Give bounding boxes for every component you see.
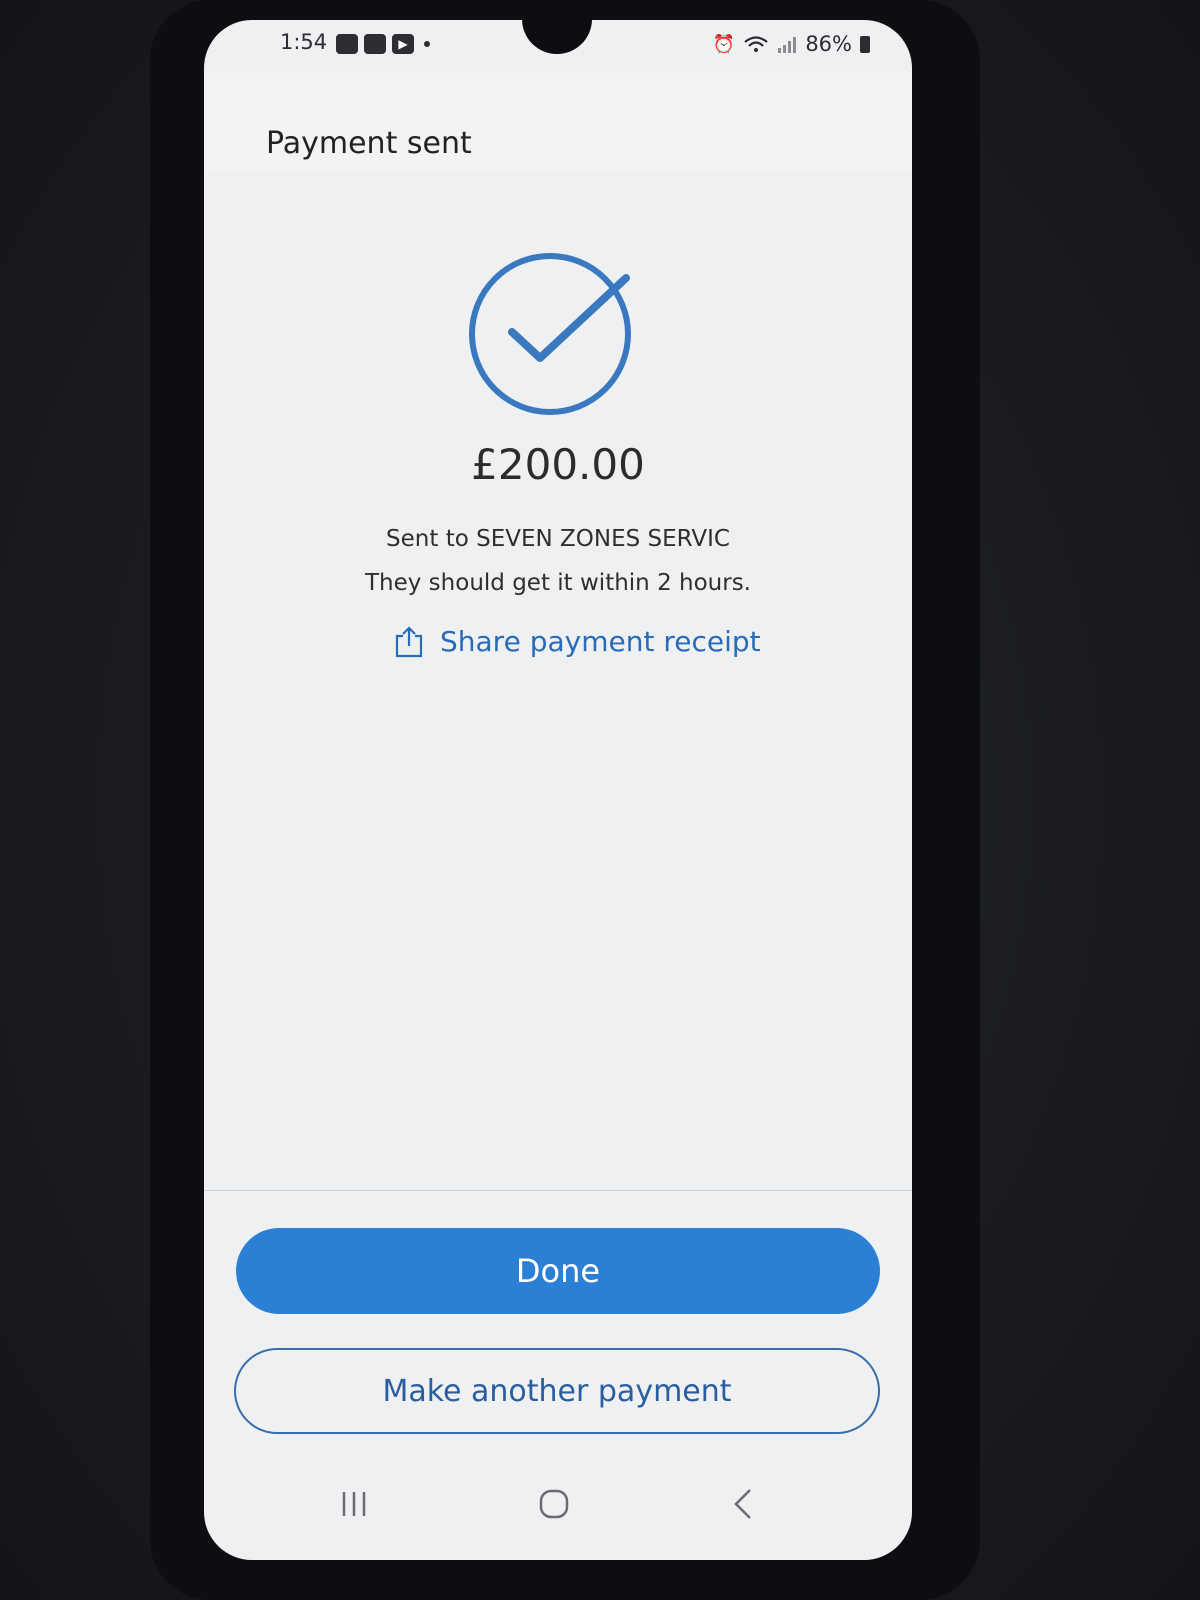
done-button[interactable]: Done xyxy=(236,1228,880,1314)
recipient-text: Sent to SEVEN ZONES SERVIC xyxy=(386,526,730,552)
make-another-payment-button[interactable]: Make another payment xyxy=(234,1348,880,1434)
footer-divider xyxy=(204,1190,912,1191)
back-icon[interactable] xyxy=(724,1484,764,1524)
share-icon xyxy=(395,625,423,657)
system-nav-bar xyxy=(204,1470,912,1550)
recent-apps-icon[interactable] xyxy=(334,1484,374,1524)
app-notification-icon xyxy=(364,34,386,54)
notification-icons: ▶ xyxy=(336,34,430,54)
battery-percent: 86% xyxy=(805,32,852,56)
battery-icon xyxy=(860,35,870,53)
share-receipt-label: Share payment receipt xyxy=(440,625,761,658)
youtube-icon: ▶ xyxy=(392,34,414,54)
more-notifications-dot xyxy=(424,41,430,47)
home-icon[interactable] xyxy=(534,1484,574,1524)
page-title: Payment sent xyxy=(266,126,472,162)
header: Payment sent xyxy=(204,72,912,172)
payment-amount: £200.00 xyxy=(471,440,645,489)
alarm-icon: ⏰ xyxy=(712,33,736,55)
status-time: 1:54 xyxy=(280,30,328,54)
signal-icon xyxy=(778,37,797,53)
system-status: ⏰ 86% xyxy=(713,32,870,56)
wifi-icon xyxy=(744,36,769,52)
check-circle-icon xyxy=(469,253,631,415)
eta-text: They should get it within 2 hours. xyxy=(364,570,751,596)
phone-screen: 1:54 ▶ ⏰ 86% Payment sent £200.00 Sent t… xyxy=(204,20,912,1560)
app-notification-icon xyxy=(336,34,358,54)
share-receipt-link[interactable]: Share payment receipt xyxy=(394,625,761,658)
